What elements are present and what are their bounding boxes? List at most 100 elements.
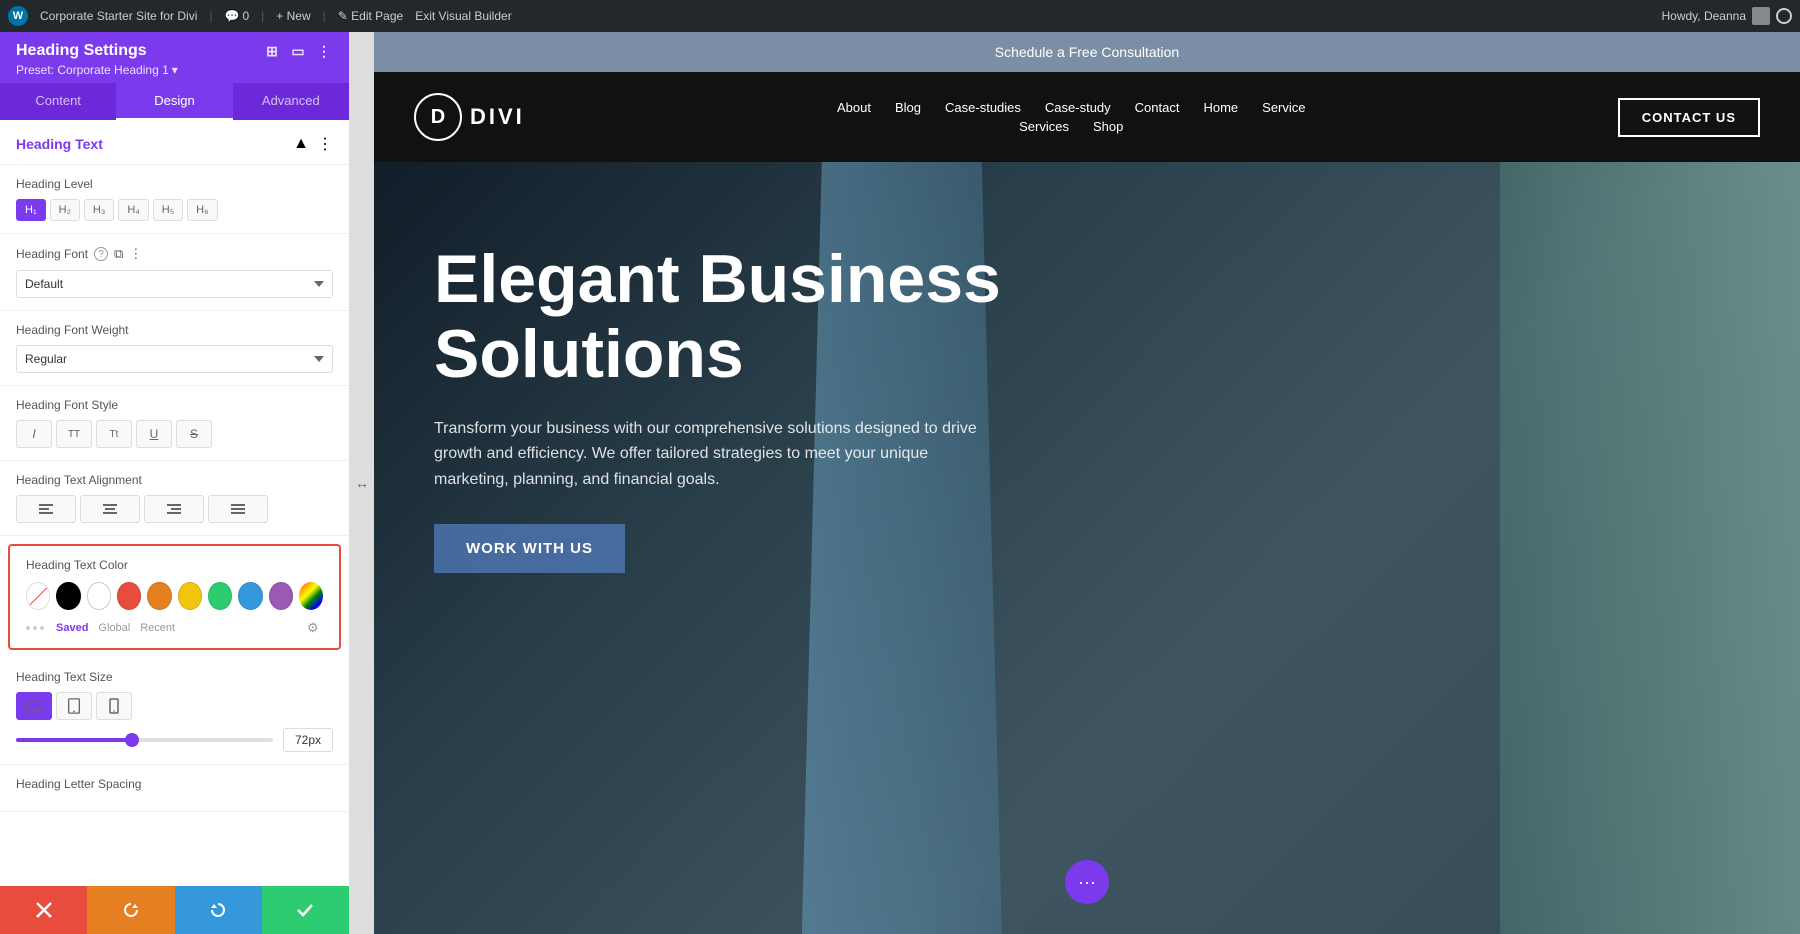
color-swatch-red[interactable] [117, 582, 141, 610]
redo-button[interactable] [175, 886, 262, 934]
nav-link-case-study[interactable]: Case-study [1045, 100, 1111, 115]
more-icon[interactable]: ⋮ [129, 246, 142, 262]
panel-title-row: Heading Settings ⊞ ▭ ⋮ [16, 42, 333, 60]
color-swatch-blue[interactable] [238, 582, 262, 610]
tab-content[interactable]: Content [0, 83, 116, 120]
section-heading-text: Heading Text ▲ ⋮ [0, 120, 349, 165]
heading-font-style-setting: Heading Font Style I TT Tt U S [0, 386, 349, 461]
desktop-icon[interactable] [16, 692, 52, 720]
nav-link-service[interactable]: Service [1262, 100, 1305, 115]
tab-advanced[interactable]: Advanced [233, 83, 349, 120]
comment-icon: 💬 [225, 9, 240, 23]
align-right-button[interactable] [144, 495, 204, 523]
heading-level-setting: Heading Level H₁ H₂ H₃ H₄ H₅ H₆ [0, 165, 349, 234]
heading-font-label: Heading Font ? ⧉ ⋮ [16, 246, 333, 262]
align-left-button[interactable] [16, 495, 76, 523]
settings-grid-icon[interactable]: ⊞ [263, 42, 281, 60]
panel-toggle-icon[interactable]: ▭ [289, 42, 307, 60]
color-swatch-purple[interactable] [269, 582, 293, 610]
heading-level-h4[interactable]: H₄ [118, 199, 148, 221]
separator: | [209, 9, 212, 23]
new-item-button[interactable]: + New [276, 9, 310, 23]
heading-level-h5[interactable]: H₅ [153, 199, 183, 221]
heading-level-label: Heading Level [16, 177, 333, 191]
size-slider-thumb[interactable] [125, 733, 139, 747]
align-left-icon [39, 502, 53, 516]
nav-link-home[interactable]: Home [1203, 100, 1238, 115]
contact-us-button[interactable]: CONTACT US [1618, 98, 1760, 137]
color-tab-global[interactable]: Global [94, 620, 134, 636]
nav-link-shop[interactable]: Shop [1093, 119, 1123, 134]
align-center-icon [103, 502, 117, 516]
heading-level-h1[interactable]: H₁ [16, 199, 46, 221]
dot1 [26, 626, 30, 630]
tab-design[interactable]: Design [116, 83, 232, 120]
mobile-icon[interactable] [96, 692, 132, 720]
color-swatch-black[interactable] [56, 582, 80, 610]
color-tab-recent[interactable]: Recent [136, 620, 179, 636]
resize-handle[interactable]: ↔ [350, 32, 374, 934]
heading-level-h2[interactable]: H₂ [50, 199, 80, 221]
align-justify-button[interactable] [208, 495, 268, 523]
tt-button[interactable]: TT [56, 420, 92, 448]
color-swatch-transparent[interactable] [26, 582, 50, 610]
heading-text-color-section: Heading Text Color [8, 544, 341, 650]
size-slider-track[interactable] [16, 738, 273, 742]
heading-level-h3[interactable]: H₃ [84, 199, 114, 221]
edit-page-button[interactable]: ✎ Edit Page [338, 9, 403, 23]
color-swatch-green[interactable] [208, 582, 232, 610]
nav-bottom-row: Services Shop [1019, 119, 1123, 134]
color-swatch-yellow[interactable] [178, 582, 202, 610]
align-center-button[interactable] [80, 495, 140, 523]
color-tab-saved[interactable]: Saved [52, 620, 92, 636]
page-preview: Schedule a Free Consultation D DIVI Abou… [374, 32, 1800, 934]
color-swatch-eyedropper[interactable] [299, 582, 323, 610]
strikethrough-button[interactable]: S [176, 420, 212, 448]
search-icon[interactable] [1776, 8, 1792, 24]
preset-label[interactable]: Preset: Corporate Heading 1 [16, 63, 169, 77]
redo-icon [209, 901, 227, 919]
panel-title-text: Heading Settings [16, 42, 147, 60]
italic-button[interactable]: I [16, 420, 52, 448]
color-swatches-row [26, 582, 323, 610]
nav-link-about[interactable]: About [837, 100, 871, 115]
comment-count[interactable]: 💬 0 [225, 9, 250, 23]
hero-section: Elegant Business Solutions Transform you… [374, 162, 1800, 934]
floating-menu-button[interactable]: ··· [1065, 860, 1109, 904]
site-name[interactable]: Corporate Starter Site for Divi [40, 9, 197, 23]
tablet-icon[interactable] [56, 692, 92, 720]
nav-link-services[interactable]: Services [1019, 119, 1069, 134]
title-case-button[interactable]: Tt [96, 420, 132, 448]
size-value-input[interactable] [283, 728, 333, 752]
font-select-dropdown[interactable]: Default [16, 270, 333, 298]
hero-cta-button[interactable]: WORK WITH US [434, 524, 625, 573]
panel-footer [0, 886, 349, 934]
site-logo[interactable]: D DIVI [414, 93, 525, 141]
heading-level-h6[interactable]: H₆ [187, 199, 217, 221]
copy-icon[interactable]: ⧉ [114, 246, 123, 262]
dot2 [33, 626, 37, 630]
section-collapse-icon[interactable]: ▲ [293, 135, 309, 153]
panel-header: Heading Settings ⊞ ▭ ⋮ Preset: Corporate… [0, 32, 349, 83]
section-more-icon[interactable]: ⋮ [317, 134, 333, 154]
reset-icon [122, 901, 140, 919]
exit-visual-builder-button[interactable]: Exit Visual Builder [415, 9, 512, 23]
color-settings-gear-icon[interactable]: ⚙ [307, 620, 323, 636]
help-icon[interactable]: ? [94, 247, 108, 261]
separator2: | [261, 9, 264, 23]
panel-more-icon[interactable]: ⋮ [315, 42, 333, 60]
color-swatch-white[interactable] [87, 582, 111, 610]
nav-link-contact[interactable]: Contact [1135, 100, 1180, 115]
cancel-button[interactable] [0, 886, 87, 934]
save-button[interactable] [262, 886, 349, 934]
nav-link-case-studies[interactable]: Case-studies [945, 100, 1021, 115]
nav-link-blog[interactable]: Blog [895, 100, 921, 115]
font-weight-select[interactable]: Regular [16, 345, 333, 373]
color-swatch-orange[interactable] [147, 582, 171, 610]
desktop-svg-icon [26, 698, 42, 714]
align-justify-icon [231, 502, 245, 516]
responsive-icons-row [16, 692, 333, 720]
reset-button[interactable] [87, 886, 174, 934]
underline-button[interactable]: U [136, 420, 172, 448]
wp-logo-icon[interactable]: W [8, 6, 28, 26]
